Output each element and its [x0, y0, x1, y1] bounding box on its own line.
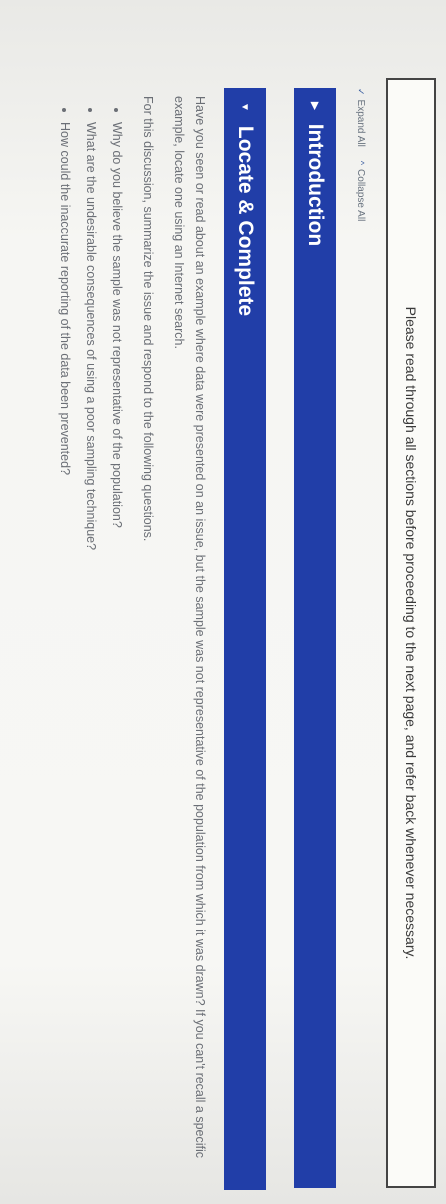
chevron-up-icon: ^ — [356, 160, 366, 166]
intro-paragraph: Have you seen or read about an example w… — [172, 96, 207, 1159]
chevron-down-icon: ✓ — [356, 88, 367, 96]
question-item: What are the undesirable consequences of… — [80, 122, 101, 1186]
question-item: How could the inaccurate reporting of th… — [54, 122, 75, 1186]
expand-all-label: Expand All — [355, 99, 367, 147]
caret-right-icon: ▶ — [309, 102, 321, 110]
question-list: Why do you believe the sample was not re… — [54, 96, 127, 1186]
expand-all-button[interactable]: ✓ Expand All — [356, 88, 367, 147]
collapse-all-button[interactable]: ^ Collapse All — [356, 161, 367, 222]
question-item: Why do you believe the sample was not re… — [106, 122, 127, 1186]
expand-collapse-controls: ✓ Expand All ^ Collapse All — [348, 88, 374, 221]
instructions-paragraph: For this discussion, summarize the issue… — [141, 96, 155, 542]
collapse-all-label: Collapse All — [355, 169, 367, 222]
section-title-introduction: Introduction — [304, 123, 327, 247]
section-header-locate-complete[interactable]: ▼ Locate & Complete — [224, 88, 266, 1190]
section-title-locate-complete: Locate & Complete — [234, 125, 257, 317]
section-header-introduction[interactable]: ▶ Introduction — [294, 88, 336, 1188]
rotated-content: Please read through all sections before … — [0, 0, 446, 1204]
read-sections-notice: Please read through all sections before … — [386, 78, 436, 1188]
section-content-locate-complete: Have you seen or read about an example w… — [49, 96, 210, 1186]
page-background: Please read through all sections before … — [0, 0, 446, 1204]
notice-text: Please read through all sections before … — [403, 306, 419, 960]
caret-down-icon: ▼ — [239, 102, 251, 112]
